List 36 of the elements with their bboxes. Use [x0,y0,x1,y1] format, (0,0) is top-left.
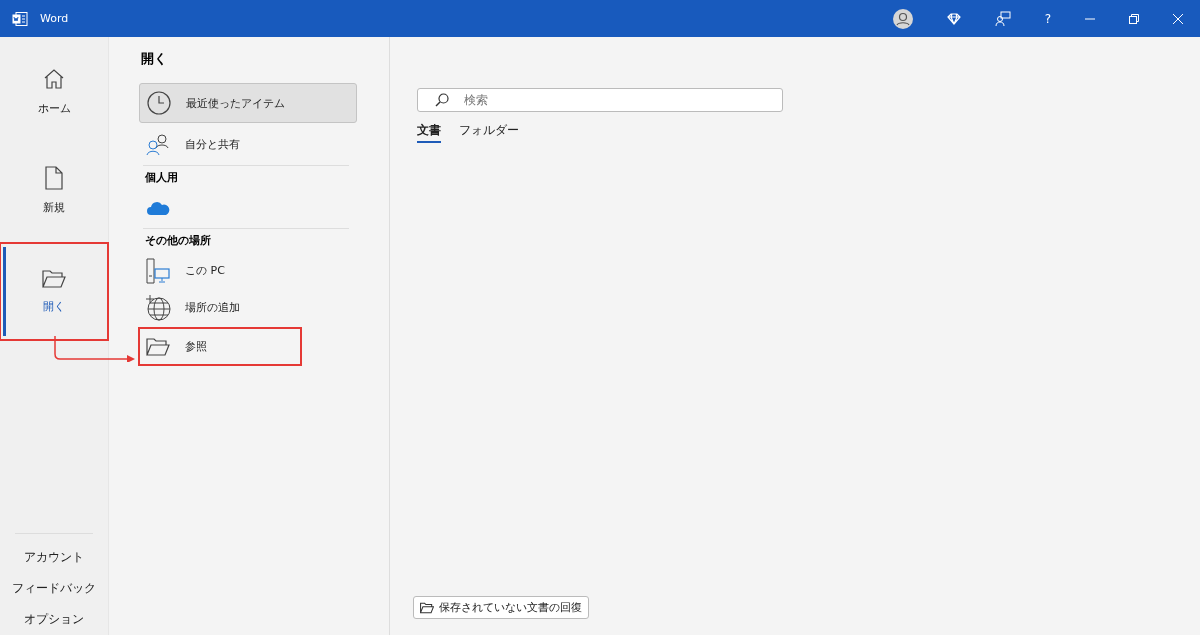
globe-icon [145,294,171,321]
tab[interactable]: 文書 [417,122,441,143]
location-item[interactable]: 場所の追加 [139,289,357,326]
nav-item[interactable]: 新規 [0,144,108,236]
tab[interactable]: フォルダー [459,122,519,143]
recover-button[interactable]: 保存されていない文書の回復 [413,596,589,619]
presenter-icon[interactable] [994,10,1011,27]
close-icon[interactable] [1173,13,1183,24]
clock-icon [146,91,172,115]
restore-icon[interactable] [1129,13,1139,24]
people-icon [145,133,171,156]
location-item[interactable]: この PC [139,252,357,289]
folder-icon [145,336,171,357]
section-heading: その他の場所 [145,233,212,248]
nav-link[interactable]: フィードバック [0,573,108,604]
nav-item[interactable]: 開く [0,243,108,340]
help-button[interactable]: ? [1044,11,1051,26]
folder-icon [42,269,66,289]
location-item[interactable]: 参照 [139,328,301,365]
window-title: Word [40,12,69,25]
location-item[interactable]: 最近使ったアイテム [139,83,357,123]
diamond-icon[interactable] [946,12,961,25]
folder-icon [420,601,434,614]
document-icon [44,165,64,190]
section-heading: 個人用 [145,170,179,185]
nav-link[interactable]: アカウント [0,542,108,573]
nav-link[interactable]: オプション [0,604,108,635]
search-icon [435,93,449,107]
search-field[interactable]: 検索 [417,88,783,112]
avatar-icon[interactable] [892,8,913,29]
word-logo-icon [12,11,28,26]
nav-item[interactable]: ホーム [0,45,108,137]
computer-icon [145,257,171,284]
page-heading: 開く [141,50,168,68]
location-item[interactable]: 自分と共有 [139,126,357,163]
cloud-icon [145,199,171,216]
